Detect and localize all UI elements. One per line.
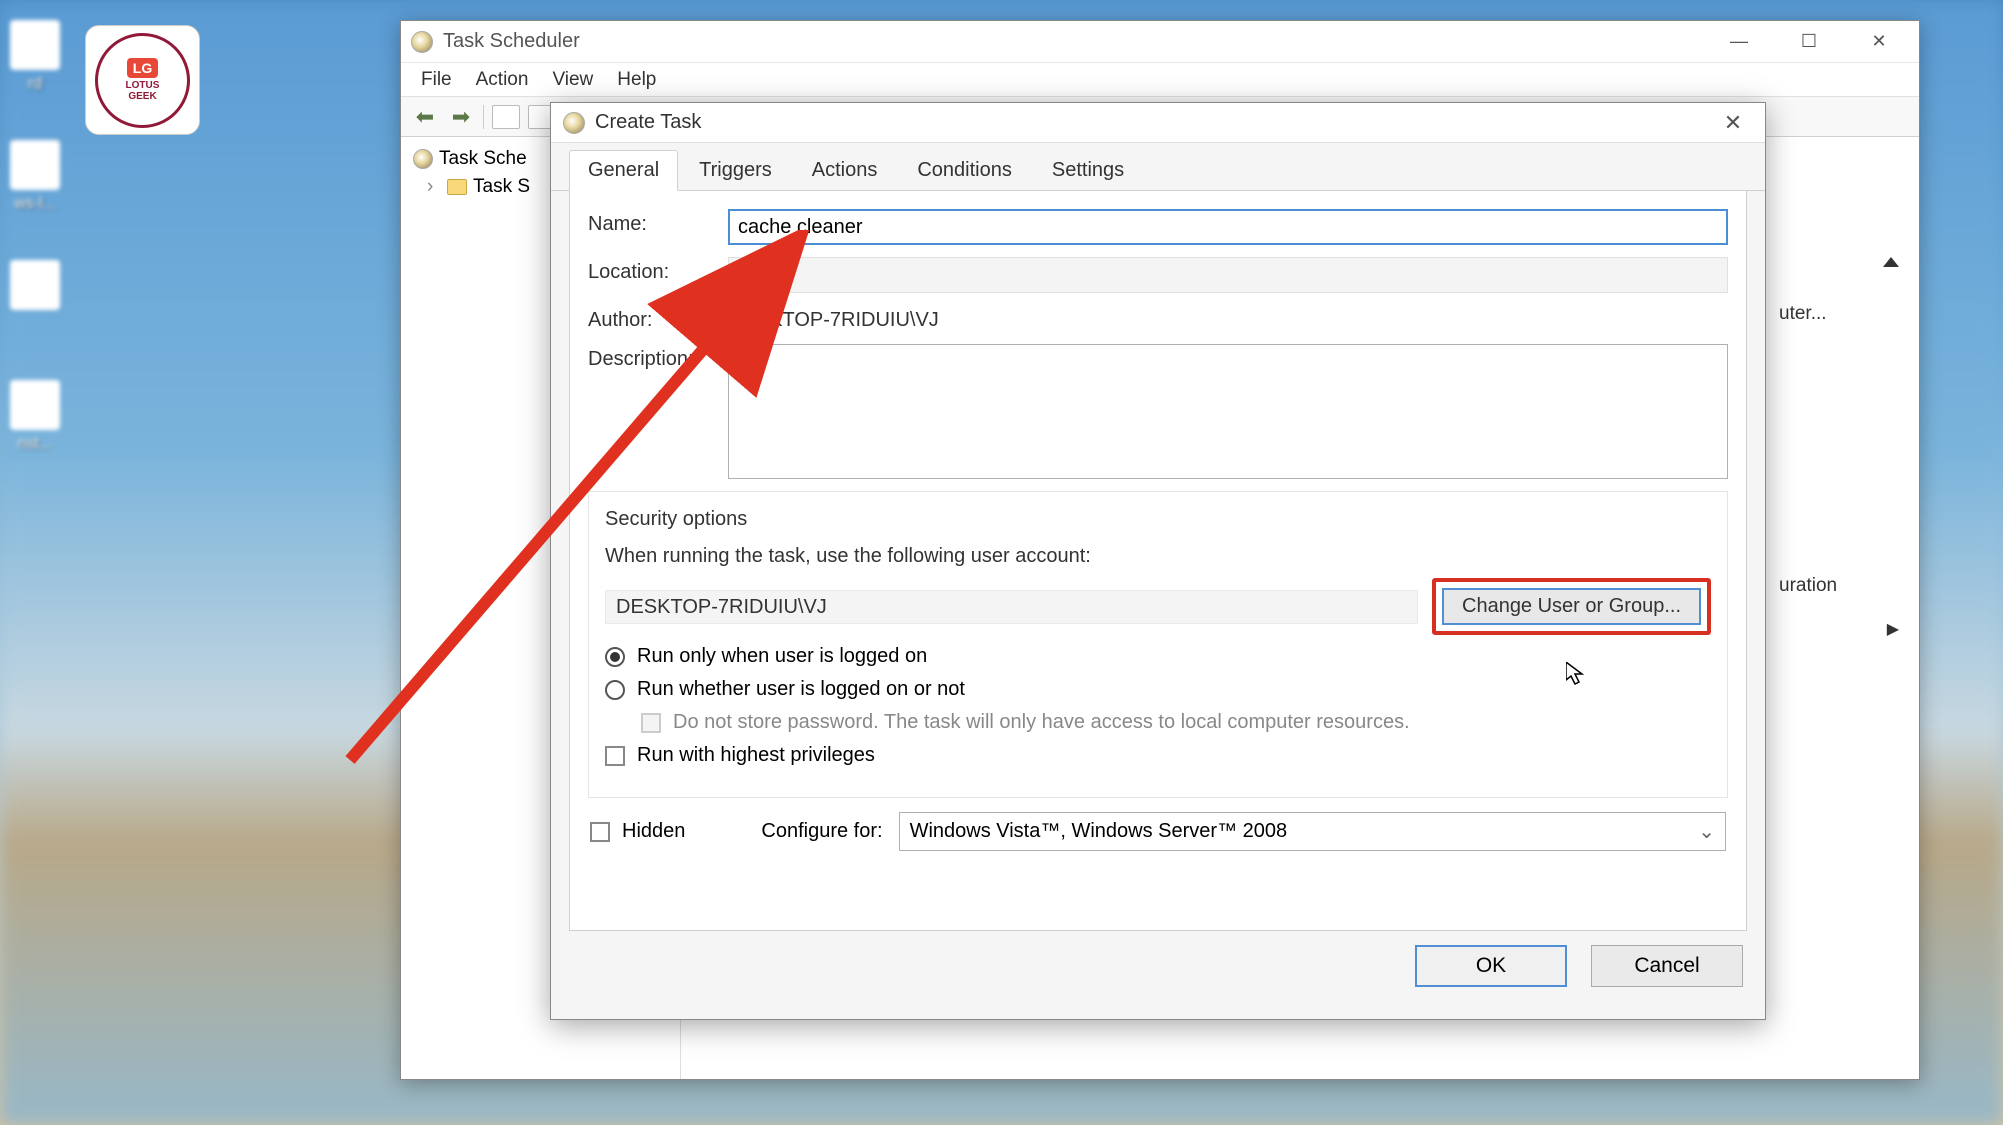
tab-strip: General Triggers Actions Conditions Sett… [551,143,1765,191]
desktop-icon[interactable] [0,260,70,360]
ok-button[interactable]: OK [1415,945,1567,987]
toolbar-button[interactable] [492,105,520,129]
maximize-button[interactable]: ☐ [1789,31,1829,52]
desktop-icon[interactable]: rd [0,20,70,120]
minimize-button[interactable]: — [1719,31,1759,52]
security-options-group: Security options When running the task, … [588,491,1728,798]
chevron-right-icon: › [427,176,441,198]
clock-icon [411,31,433,53]
actions-pane-fragment: uter... uration ▶ [1779,271,1899,639]
name-input[interactable] [728,209,1728,245]
tab-general[interactable]: General [569,150,678,191]
forward-button[interactable]: ➡ [447,105,475,129]
hidden-checkbox[interactable]: Hidden [590,820,685,843]
highest-privileges-checkbox[interactable]: Run with highest privileges [605,744,1711,767]
author-value: DESKTOP-7RIDUIU\VJ [728,305,1728,332]
location-value: \ [728,257,1728,293]
description-input[interactable] [728,344,1728,479]
menu-file[interactable]: File [411,65,462,95]
close-button[interactable]: ✕ [1713,110,1753,136]
clock-icon [413,149,433,169]
dialog-titlebar[interactable]: Create Task ✕ [551,103,1765,143]
configure-for-label: Configure for: [761,820,882,843]
desktop-icon[interactable]: ws-l... [0,140,70,240]
folder-icon [447,179,467,195]
annotation-highlight-box: Change User or Group... [1432,578,1711,635]
create-task-dialog: Create Task ✕ General Triggers Actions C… [550,102,1766,1020]
radio-whether-logged[interactable]: Run whether user is logged on or not [605,678,1711,701]
checkbox-icon [605,746,625,766]
desktop-icons: rd ws-l... nst... [0,10,80,500]
back-button[interactable]: ⬅ [411,105,439,129]
when-running-label: When running the task, use the following… [605,545,1711,568]
menubar: File Action View Help [401,63,1919,97]
description-label: Description: [588,344,728,371]
location-label: Location: [588,257,728,284]
tab-content-general: Name: Location: \ Author: DESKTOP-7RIDUI… [569,191,1747,931]
tab-triggers[interactable]: Triggers [680,150,791,191]
cancel-button[interactable]: Cancel [1591,945,1743,987]
dialog-title: Create Task [595,111,701,134]
window-title: Task Scheduler [443,30,580,53]
user-account-field: DESKTOP-7RIDUIU\VJ [605,590,1418,624]
channel-watermark: LG LOTUS GEEK [85,25,200,135]
radio-logged-on[interactable]: Run only when user is logged on [605,645,1711,668]
no-password-checkbox: Do not store password. The task will onl… [605,711,1711,734]
checkbox-icon [590,822,610,842]
radio-icon [605,680,625,700]
author-label: Author: [588,305,728,332]
change-user-button[interactable]: Change User or Group... [1442,588,1701,625]
radio-icon [605,647,625,667]
menu-action[interactable]: Action [466,65,539,95]
configure-for-dropdown[interactable]: Windows Vista™, Windows Server™ 2008 ⌄ [899,812,1726,851]
name-label: Name: [588,209,728,236]
right-arrow-icon[interactable]: ▶ [1779,619,1899,639]
tab-actions[interactable]: Actions [793,150,897,191]
clock-icon [563,112,585,134]
desktop-icon[interactable]: nst... [0,380,70,480]
chevron-down-icon: ⌄ [1698,819,1715,844]
titlebar[interactable]: Task Scheduler — ☐ ✕ [401,21,1919,63]
tab-settings[interactable]: Settings [1033,150,1143,191]
up-arrow-icon[interactable] [1883,257,1899,267]
tab-conditions[interactable]: Conditions [898,150,1031,191]
menu-view[interactable]: View [542,65,603,95]
security-legend: Security options [605,508,1711,531]
close-button[interactable]: ✕ [1859,31,1899,52]
menu-help[interactable]: Help [607,65,666,95]
watermark-lg: LG [127,58,158,78]
checkbox-icon [641,713,661,733]
